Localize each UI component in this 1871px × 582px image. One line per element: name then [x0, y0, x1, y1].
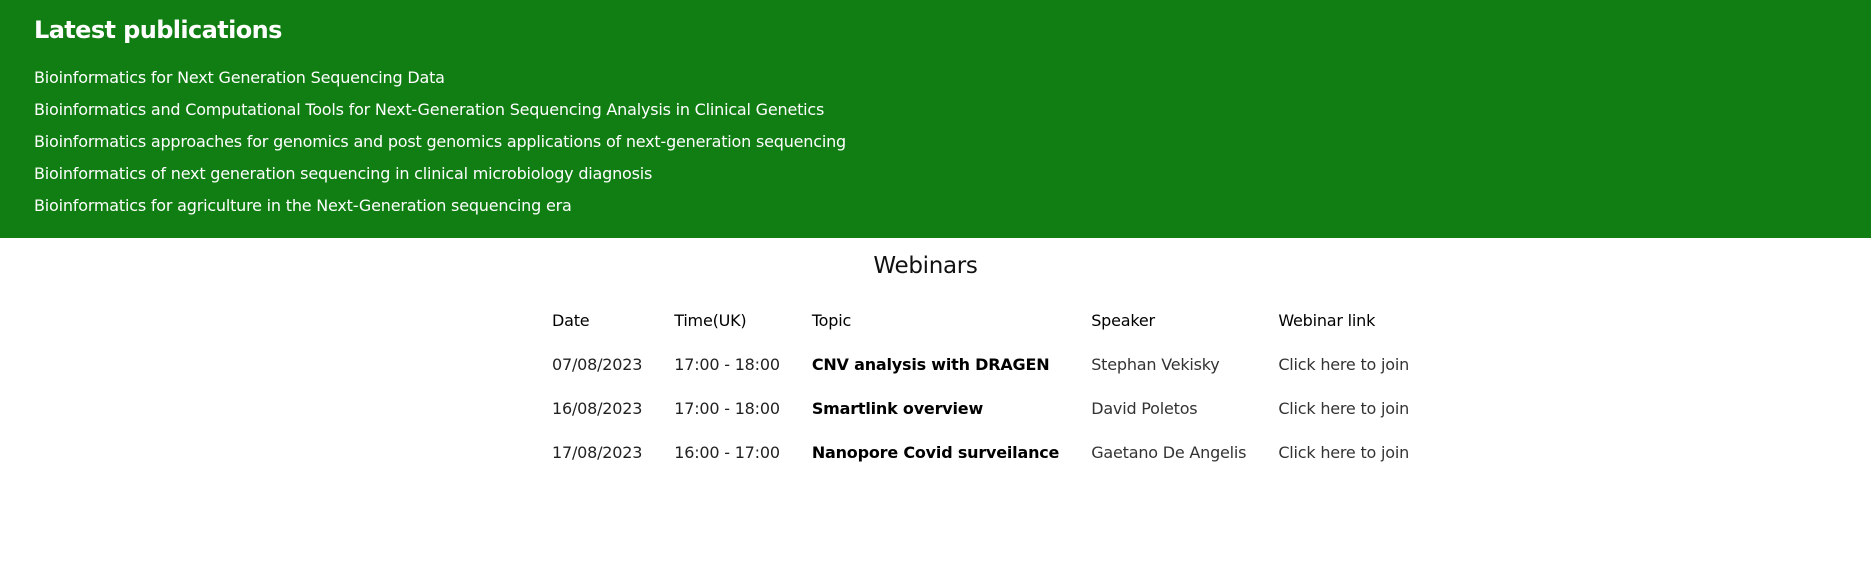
table-header-row: Date Time(UK) Topic Speaker Webinar link: [542, 300, 1431, 342]
webinar-join-link[interactable]: Click here to join: [1268, 430, 1431, 474]
webinar-time: 17:00 - 18:00: [674, 398, 780, 418]
column-header-time: Time(UK): [674, 311, 747, 330]
table-row: 17/08/2023 16:00 - 17:00 Nanopore Covid …: [542, 430, 1431, 474]
publications-title: Latest publications: [34, 16, 282, 44]
publication-link[interactable]: Bioinformatics for agriculture in the Ne…: [34, 194, 846, 226]
webinar-join-link[interactable]: Click here to join: [1268, 386, 1431, 430]
column-header-date: Date: [552, 311, 590, 330]
table-row: 16/08/2023 17:00 - 18:00 Smartlink overv…: [542, 386, 1431, 430]
webinar-topic: Nanopore Covid surveilance: [811, 442, 1060, 462]
webinar-speaker: Stephan Vekisky: [1091, 354, 1220, 374]
table-row: 07/08/2023 17:00 - 18:00 CNV analysis wi…: [542, 342, 1431, 386]
webinar-time: 16:00 - 17:00: [674, 442, 780, 462]
webinar-time: 17:00 - 18:00: [674, 354, 780, 374]
webinar-topic: CNV analysis with DRAGEN: [811, 354, 1050, 374]
webinars-title: Webinars: [873, 253, 978, 279]
webinar-topic: Smartlink overview: [811, 398, 984, 418]
publications-section: Latest publications Bioinformatics for N…: [0, 0, 1871, 238]
publication-link[interactable]: Bioinformatics and Computational Tools f…: [34, 98, 846, 130]
publication-link[interactable]: Bioinformatics of next generation sequen…: [34, 162, 846, 194]
column-header-speaker: Speaker: [1091, 311, 1155, 330]
publication-link[interactable]: Bioinformatics for Next Generation Seque…: [34, 66, 846, 98]
publication-link[interactable]: Bioinformatics approaches for genomics a…: [34, 130, 846, 162]
webinar-speaker: David Poletos: [1091, 398, 1198, 418]
column-header-topic: Topic: [811, 311, 852, 330]
webinar-date: 07/08/2023: [552, 354, 643, 374]
publications-list: Bioinformatics for Next Generation Seque…: [34, 66, 846, 226]
webinar-date: 16/08/2023: [552, 398, 643, 418]
webinar-speaker: Gaetano De Angelis: [1091, 442, 1247, 462]
column-header-webinar-link: Webinar link: [1278, 311, 1376, 330]
webinars-table: Date Time(UK) Topic Speaker Webinar link…: [542, 300, 1431, 474]
webinar-date: 17/08/2023: [552, 442, 643, 462]
webinar-join-link[interactable]: Click here to join: [1268, 342, 1431, 386]
